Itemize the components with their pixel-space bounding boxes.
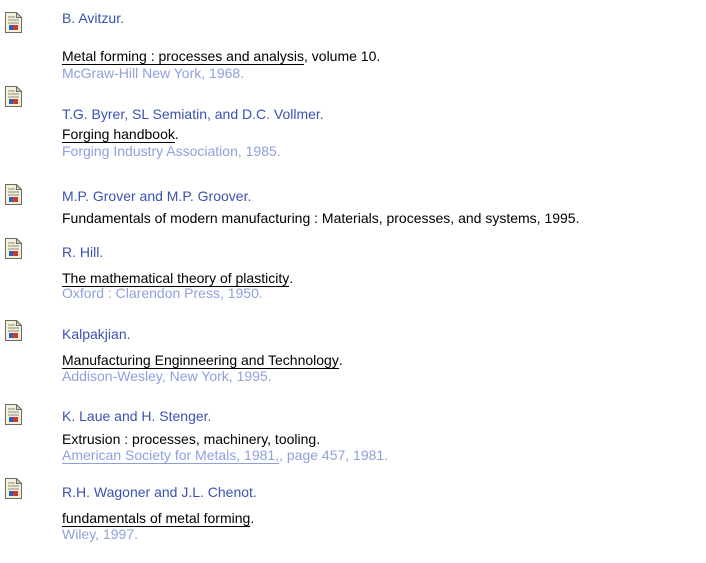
reference-author: T.G. Byrer, SL Semiatin, and D.C. Vollme…: [62, 106, 324, 122]
reference-title-line: fundamentals of metal forming.: [62, 510, 254, 527]
reference-title-line: Metal forming : processes and analysis, …: [62, 48, 380, 65]
reference-publisher: Addison-Wesley, New York, 1995.: [62, 368, 272, 384]
document-icon: [5, 404, 22, 425]
reference-title-line: Manufacturing Enginneering and Technolog…: [62, 352, 343, 369]
reference-title-suffix: .: [289, 270, 294, 286]
reference-publisher-link[interactable]: American Society for Metals, 1981,: [62, 447, 280, 464]
document-icon: [5, 238, 22, 259]
reference-title-link[interactable]: Manufacturing Enginneering and Technolog…: [62, 352, 339, 369]
reference-title-line: Forging handbook.: [62, 126, 179, 143]
reference-publisher: Wiley, 1997.: [62, 526, 138, 542]
document-icon: [5, 184, 22, 205]
document-icon: [5, 86, 22, 107]
document-icon: [5, 12, 22, 33]
document-icon: [5, 478, 22, 499]
reference-title: Extrusion : processes, machinery, toolin…: [62, 431, 321, 447]
reference-title-suffix: , volume 10.: [304, 48, 381, 64]
reference-publisher: McGraw-Hill New York, 1968.: [62, 65, 245, 81]
reference-title-suffix: .: [174, 126, 179, 142]
reference-publisher-suffix: , page 457, 1981.: [279, 447, 389, 463]
reference-publisher: Forging Industry Association, 1985.: [62, 143, 281, 159]
reference-title-suffix: .: [250, 510, 255, 526]
reference-title-suffix: .: [338, 352, 343, 368]
reference-author: M.P. Grover and M.P. Groover.: [62, 188, 252, 204]
reference-author: K. Laue and H. Stenger.: [62, 408, 212, 424]
reference-title-link[interactable]: Forging handbook: [62, 126, 175, 143]
reference-title: Fundamentals of modern manufacturing : M…: [62, 210, 580, 226]
reference-author: Kalpakjian.: [62, 326, 131, 342]
reference-author: B. Avitzur.: [62, 10, 124, 26]
document-icon: [5, 320, 22, 341]
reference-title-link[interactable]: Metal forming : processes and analysis: [62, 48, 304, 65]
reference-publisher: Oxford : Clarendon Press, 1950.: [62, 285, 263, 301]
reference-title-link[interactable]: fundamentals of metal forming: [62, 510, 251, 527]
reference-publisher-line: American Society for Metals, 1981,, page…: [62, 447, 388, 464]
reference-author: R.H. Wagoner and J.L. Chenot.: [62, 484, 257, 500]
reference-author: R. Hill.: [62, 244, 104, 260]
